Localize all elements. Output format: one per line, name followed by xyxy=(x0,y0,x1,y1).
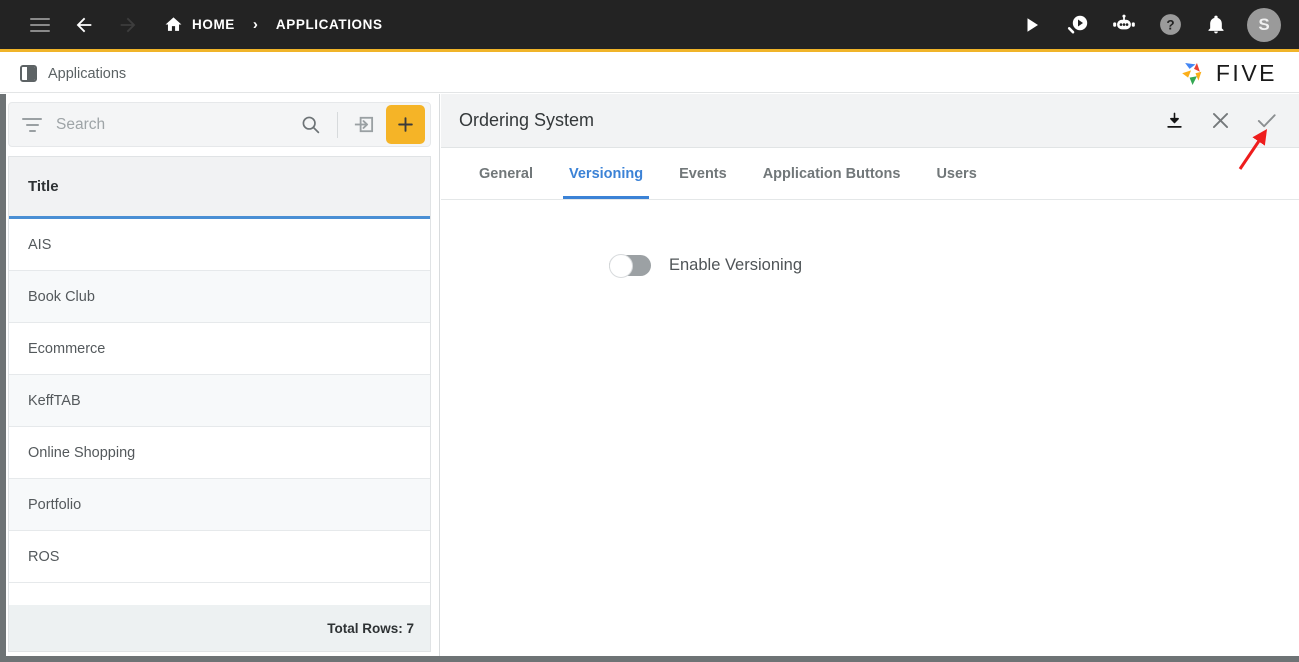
import-arrow-icon xyxy=(354,116,373,133)
question-mark-icon: ? xyxy=(1159,14,1181,35)
tab-application-buttons[interactable]: Application Buttons xyxy=(745,148,919,199)
cell-title: Online Shopping xyxy=(28,444,136,461)
search-play-icon xyxy=(1067,15,1088,33)
table-row[interactable]: KeffTAB xyxy=(9,375,430,427)
detail-title-bar: Ordering System xyxy=(441,94,1299,148)
run-button[interactable] xyxy=(1011,4,1053,46)
bell-icon xyxy=(1208,15,1224,33)
table-row[interactable]: Book Club xyxy=(9,271,430,323)
table-row-empty xyxy=(9,583,430,605)
search-toolbar xyxy=(8,102,431,147)
cell-title: AIS xyxy=(28,236,52,253)
add-application-button[interactable] xyxy=(386,105,425,144)
table-row[interactable]: Portfolio xyxy=(9,479,430,531)
search-input[interactable] xyxy=(56,115,291,134)
top-nav-left-group: HOME › APPLICATIONS xyxy=(0,5,383,45)
cell-title: KeffTAB xyxy=(28,392,81,409)
column-header-title[interactable]: Title xyxy=(9,178,59,195)
tab-events-label: Events xyxy=(679,165,727,182)
top-nav-right-group: ? S xyxy=(1011,4,1299,46)
play-icon xyxy=(1027,17,1038,32)
cell-title: ROS xyxy=(28,548,60,565)
tab-application-buttons-label: Application Buttons xyxy=(762,165,901,182)
detail-tab-bar: General Versioning Events Application Bu… xyxy=(441,148,1299,200)
toggle-knob xyxy=(609,253,633,278)
tab-versioning[interactable]: Versioning xyxy=(551,148,661,199)
robot-icon xyxy=(1113,14,1135,29)
brand-logo: FIVE xyxy=(1179,60,1277,88)
save-button[interactable] xyxy=(1251,106,1281,136)
tab-general-label: General xyxy=(479,165,533,182)
versioning-tab-content: Enable Versioning xyxy=(441,200,1299,278)
assistant-bot-button[interactable] xyxy=(1103,4,1145,46)
tab-users-label: Users xyxy=(936,165,977,182)
import-button[interactable] xyxy=(346,108,380,142)
table-row[interactable]: AIS xyxy=(9,219,430,271)
grid-footer: Total Rows: 7 xyxy=(9,605,430,651)
application-tab-strip: Applications FIVE xyxy=(0,55,1299,93)
hamburger-icon xyxy=(30,17,50,32)
tab-general[interactable]: General xyxy=(461,148,551,199)
close-x-icon xyxy=(1212,113,1228,128)
svg-text:?: ? xyxy=(1166,18,1174,33)
applications-list-panel: Title AIS Book Club Ecommerce KeffTAB On… xyxy=(0,94,440,657)
hamburger-menu-button[interactable] xyxy=(18,5,62,45)
tab-applications-label: Applications xyxy=(48,65,127,82)
brand-name: FIVE xyxy=(1215,60,1277,86)
grid-body: AIS Book Club Ecommerce KeffTAB Online S… xyxy=(9,219,430,605)
table-row[interactable]: Ecommerce xyxy=(9,323,430,375)
page-title: Ordering System xyxy=(459,110,595,130)
notifications-button[interactable] xyxy=(1195,4,1237,46)
application-detail-panel: Ordering System General Versioning Event… xyxy=(441,94,1299,657)
tab-users[interactable]: Users xyxy=(918,148,994,199)
bottom-scrollbar[interactable] xyxy=(0,656,1299,662)
enable-versioning-row: Enable Versioning xyxy=(609,253,1299,278)
enable-versioning-toggle[interactable] xyxy=(609,253,651,278)
cell-title: Portfolio xyxy=(28,496,82,513)
tab-events[interactable]: Events xyxy=(661,148,745,199)
top-navigation-bar: HOME › APPLICATIONS ? S xyxy=(0,0,1299,52)
applications-grid: Title AIS Book Club Ecommerce KeffTAB On… xyxy=(8,156,431,652)
cancel-button[interactable] xyxy=(1205,106,1235,136)
table-row[interactable]: ROS xyxy=(9,531,430,583)
arrow-back-icon xyxy=(76,17,92,32)
total-rows-label: Total Rows: 7 xyxy=(327,620,414,636)
forward-button[interactable] xyxy=(106,5,150,45)
magnifier-icon xyxy=(302,116,319,134)
download-icon xyxy=(1166,112,1182,128)
user-avatar[interactable]: S xyxy=(1247,7,1281,42)
panel-split-icon xyxy=(20,65,37,82)
cell-title: Ecommerce xyxy=(28,340,106,357)
detail-actions xyxy=(1159,106,1299,136)
breadcrumb-applications[interactable]: APPLICATIONS xyxy=(276,17,383,32)
five-pinwheel-logo xyxy=(1182,62,1202,85)
checkmark-icon xyxy=(1257,114,1276,128)
enable-versioning-label: Enable Versioning xyxy=(669,256,803,274)
tab-versioning-label: Versioning xyxy=(569,165,644,182)
left-vertical-scrollbar[interactable] xyxy=(0,94,6,657)
breadcrumb-home[interactable]: HOME xyxy=(164,15,235,34)
breadcrumb-home-label: HOME xyxy=(192,17,235,32)
search-chat-button[interactable] xyxy=(1057,4,1099,46)
arrow-forward-icon xyxy=(120,17,136,32)
help-button[interactable]: ? xyxy=(1149,4,1191,46)
cell-title: Book Club xyxy=(28,288,95,305)
grid-header-row: Title xyxy=(9,157,430,219)
search-button[interactable] xyxy=(291,106,329,144)
tab-applications[interactable]: Applications xyxy=(0,65,126,82)
table-row[interactable]: Online Shopping xyxy=(9,427,430,479)
home-icon xyxy=(165,17,182,31)
plus-icon xyxy=(398,117,413,132)
download-button[interactable] xyxy=(1159,106,1189,136)
filter-icon[interactable] xyxy=(22,117,42,132)
breadcrumb-separator: › xyxy=(252,16,258,33)
back-button[interactable] xyxy=(62,5,106,45)
toolbar-divider xyxy=(337,111,338,138)
